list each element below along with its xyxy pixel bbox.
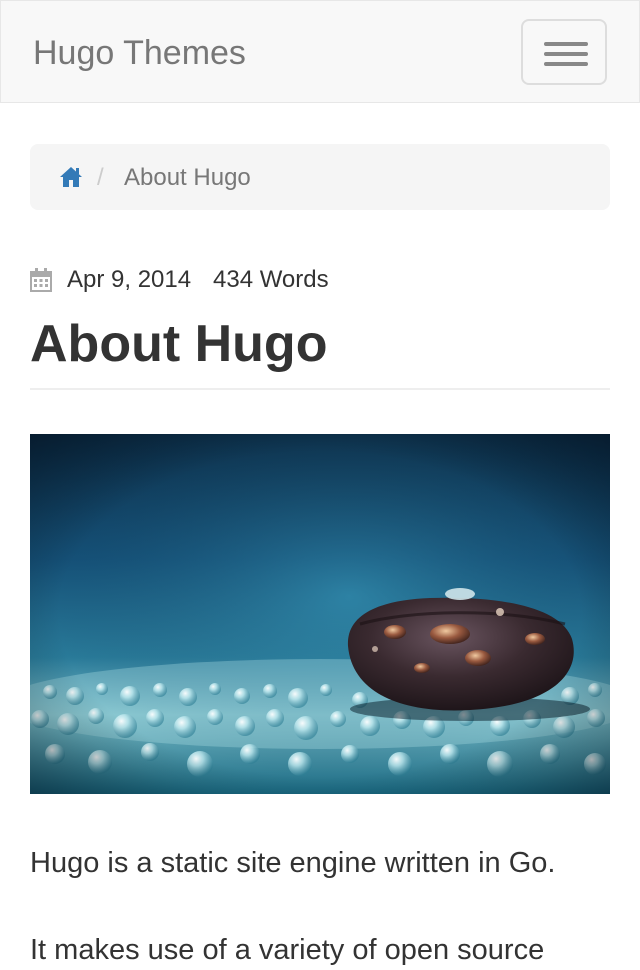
post-date: Apr 9, 2014 [67, 266, 192, 293]
title-divider [30, 388, 610, 390]
home-icon [60, 167, 82, 187]
hamburger-menu-icon-bar [544, 62, 588, 66]
post-paragraph: Hugo is a static site engine written in … [30, 847, 556, 879]
calendar-icon [30, 268, 52, 292]
breadcrumb-home-link[interactable] [59, 166, 83, 188]
post-hero-image [30, 434, 610, 794]
coffee-bean-photo [30, 434, 610, 794]
breadcrumb [30, 144, 610, 210]
post-word-count: 434 Words [213, 266, 329, 293]
post-paragraph: It makes use of a variety of open source [30, 934, 545, 966]
post-title: About Hugo [30, 315, 328, 373]
hamburger-menu-icon-bar [544, 52, 588, 56]
hamburger-menu-icon [544, 42, 588, 46]
navbar: Hugo Themes [0, 0, 640, 103]
breadcrumb-separator: / [97, 164, 104, 191]
breadcrumb-current: About Hugo [124, 164, 251, 191]
menu-toggle-button[interactable] [521, 19, 607, 85]
brand-link[interactable]: Hugo Themes [33, 33, 246, 73]
